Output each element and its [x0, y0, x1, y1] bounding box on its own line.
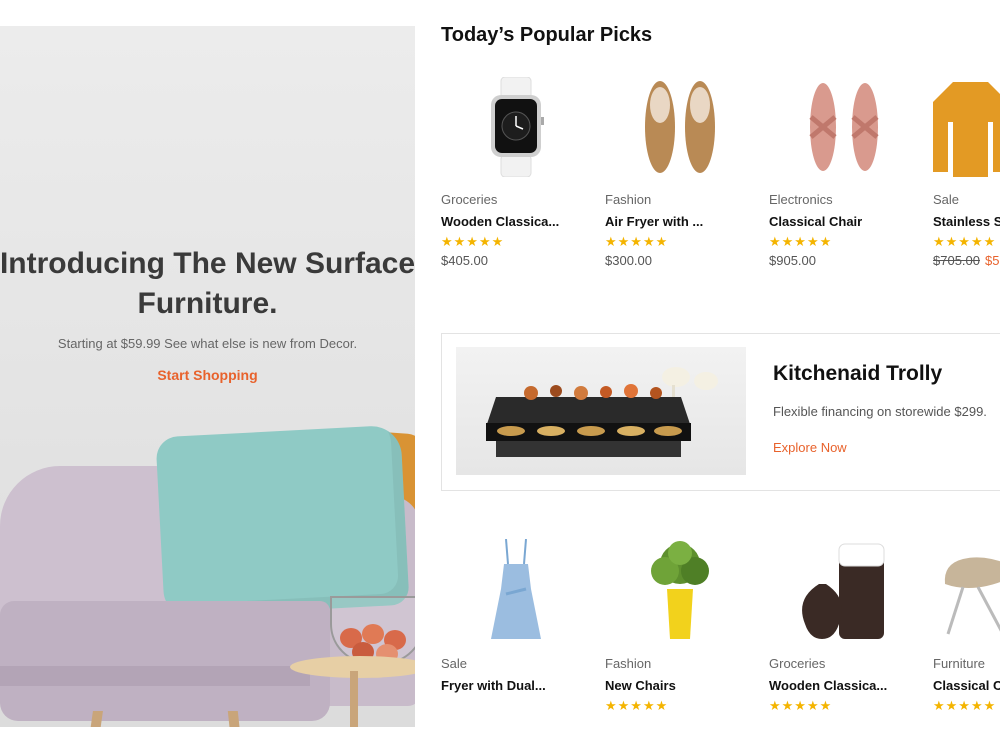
product-card[interactable]: Groceries Wooden Classica... ★★★★★ — [769, 526, 919, 714]
table-leg — [350, 671, 358, 727]
product-name[interactable]: Fryer with Dual... — [441, 678, 591, 696]
section-title: Today’s Popular Picks — [441, 24, 653, 46]
loafers-icon — [605, 62, 755, 192]
promo-title: Kitchenaid Trolly — [773, 362, 943, 385]
explore-now-link[interactable]: Explore Now — [773, 440, 847, 455]
teal-pillow — [155, 424, 410, 618]
vases-icon — [769, 526, 919, 656]
product-card[interactable]: Furniture Classical Chair ★★★★★ — [933, 526, 1000, 714]
product-price: $300.00 — [605, 253, 652, 268]
plant-pot-icon — [605, 526, 755, 656]
hero-text: Introducing The New Surface Furniture. S… — [0, 244, 415, 385]
hero-title: Introducing The New Surface Furniture. — [0, 247, 415, 320]
sofa-seat — [0, 601, 330, 721]
rating-stars — [441, 698, 591, 714]
product-name[interactable]: Wooden Classica... — [441, 214, 591, 232]
product-name[interactable]: Stainless Steel — [933, 214, 1000, 232]
product-price: $705.00 $5 — [933, 253, 1000, 268]
product-category: Sale — [441, 656, 468, 671]
rating-stars: ★★★★★ — [441, 234, 505, 249]
product-category: Electronics — [769, 192, 833, 207]
product-card[interactable]: Groceries Wooden Classica... ★★★★★ $405.… — [441, 62, 591, 268]
fruit-basket — [330, 596, 415, 664]
product-card[interactable]: Sale Fryer with Dual... — [441, 526, 591, 714]
dress-icon — [441, 526, 591, 656]
product-category: Groceries — [769, 656, 826, 671]
old-price: $705.00 — [933, 253, 980, 268]
product-category: Fashion — [605, 192, 652, 207]
rating-stars: ★★★★★ — [769, 234, 833, 249]
rating-stars: ★★★★★ — [769, 698, 833, 713]
promo-banner: Kitchenaid Trolly Flexible financing on … — [441, 333, 1000, 491]
lounge-chair-icon — [933, 526, 1000, 656]
product-price: $905.00 — [769, 253, 816, 268]
rating-stars: ★★★★★ — [605, 234, 669, 249]
smartwatch-icon — [441, 62, 591, 192]
product-card[interactable]: Electronics Classical Chair ★★★★★ $905.0… — [769, 62, 919, 268]
product-card[interactable]: Sale Stainless Steel ★★★★★ $705.00 $5 — [933, 62, 1000, 268]
product-name[interactable]: New Chairs — [605, 678, 755, 696]
raclette-grill-image — [456, 347, 746, 475]
product-price: $405.00 — [441, 253, 488, 268]
hero-subtitle: Starting at $59.99 See what else is new … — [57, 336, 358, 351]
product-card[interactable]: Fashion New Chairs ★★★★★ — [605, 526, 755, 714]
product-category: Furniture — [933, 656, 986, 671]
start-shopping-link[interactable]: Start Shopping — [157, 367, 257, 383]
product-category: Sale — [933, 192, 960, 207]
product-category: Groceries — [441, 192, 498, 207]
product-card[interactable]: Fashion Air Fryer with ... ★★★★★ $300.00 — [605, 62, 755, 268]
sandals-icon — [769, 62, 919, 192]
hero-banner: Introducing The New Surface Furniture. S… — [0, 26, 415, 727]
promo-subtitle: Flexible financing on storewide $299. — [773, 404, 987, 419]
rating-stars: ★★★★★ — [605, 698, 669, 713]
product-category: Fashion — [605, 656, 652, 671]
product-name[interactable]: Classical Chair — [769, 214, 919, 232]
sweater-icon — [933, 62, 1000, 192]
sale-price: $5 — [985, 253, 1000, 268]
rating-stars: ★★★★★ — [933, 698, 997, 713]
product-name[interactable]: Wooden Classica... — [769, 678, 919, 696]
rating-stars: ★★★★★ — [933, 234, 997, 249]
product-name[interactable]: Classical Chair — [933, 678, 1000, 696]
sofa-shadow — [0, 666, 310, 686]
product-name[interactable]: Air Fryer with ... — [605, 214, 755, 232]
